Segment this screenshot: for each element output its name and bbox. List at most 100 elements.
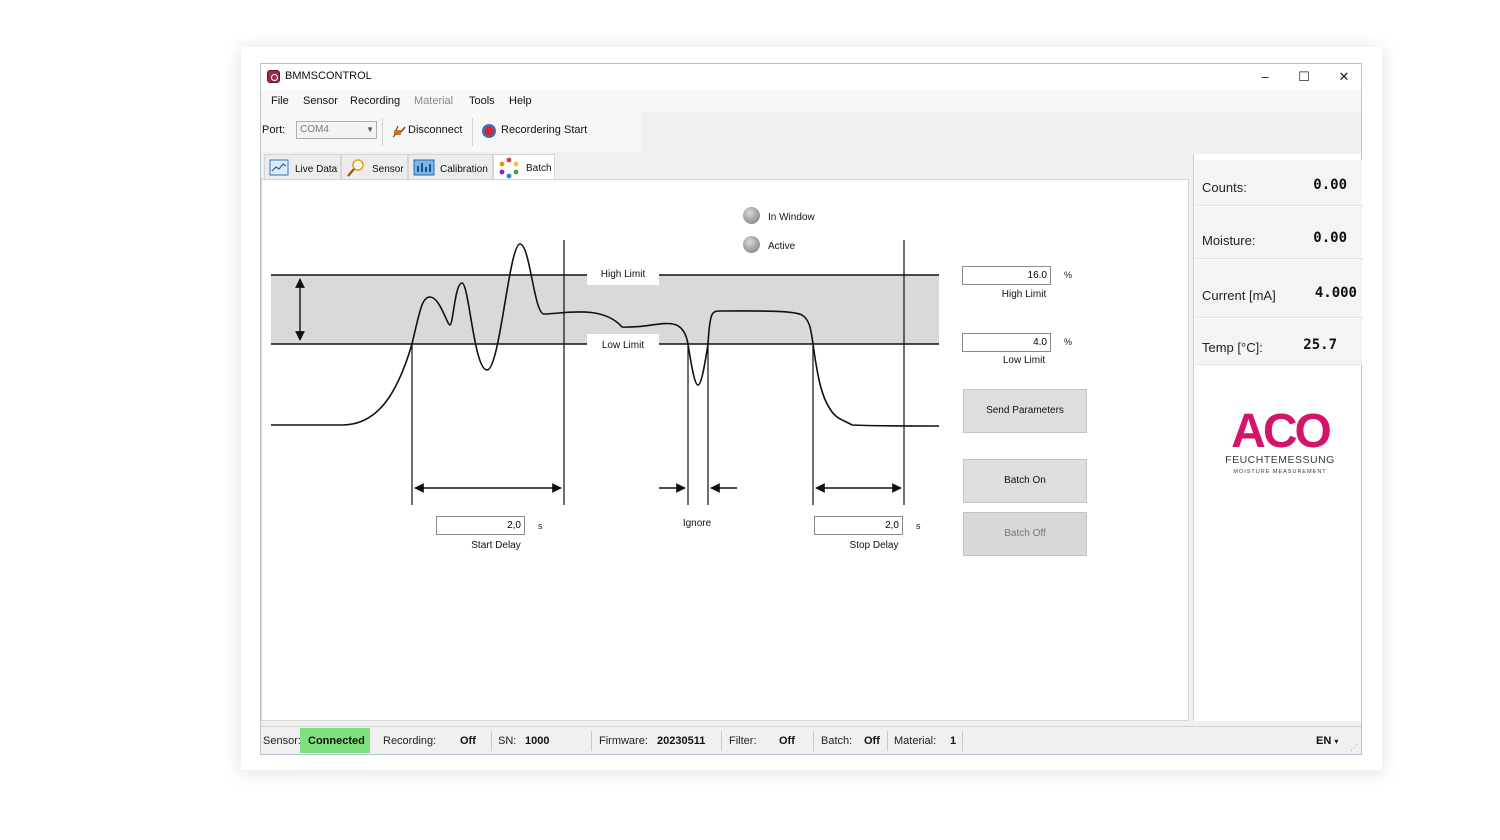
counts-value: 0.00 (1313, 177, 1347, 193)
app-icon (267, 70, 280, 83)
status-divider (962, 731, 963, 751)
low-limit-input[interactable] (962, 333, 1051, 352)
current-readout: Current [mA] 4.000 (1195, 260, 1362, 318)
tab-sensor-label: Sensor (372, 164, 404, 175)
maximize-button[interactable]: ☐ (1284, 64, 1324, 90)
batch-off-button[interactable]: Batch Off (963, 512, 1087, 556)
chevron-down-icon: ▾ (1334, 737, 1339, 746)
recording-start-button[interactable]: Recordering Start (501, 124, 587, 136)
send-parameters-button[interactable]: Send Parameters (963, 389, 1087, 433)
minimize-button[interactable]: – (1245, 64, 1285, 90)
high-limit-field-label: High Limit (1001, 289, 1047, 300)
chart-icon (269, 159, 289, 176)
moisture-value: 0.00 (1313, 230, 1347, 246)
batch-panel: In Window Active High Limit Low Limit Ig… (261, 179, 1189, 721)
firmware-value: 20230511 (657, 735, 706, 747)
record-icon (482, 124, 496, 138)
port-label: Port: (262, 124, 286, 136)
port-select[interactable]: COM4 ▼ (296, 121, 377, 139)
tab-calibration-label: Calibration (440, 164, 488, 175)
port-value: COM4 (300, 124, 329, 135)
firmware-label: Firmware: (599, 735, 648, 747)
stop-delay-label: Stop Delay (849, 540, 899, 551)
filter-label: Filter: (729, 735, 757, 747)
logo-subtitle-de: FEUCHTEMESSUNG (1225, 454, 1335, 466)
batch-status-value: Off (864, 735, 880, 747)
counts-label: Counts: (1202, 180, 1247, 195)
ignore-label: Ignore (682, 518, 712, 529)
chevron-down-icon: ▼ (366, 125, 374, 134)
toolbar-divider (382, 118, 383, 146)
sensor-status-value: Connected (308, 735, 365, 747)
menu-tools[interactable]: Tools (469, 95, 495, 107)
magnifier-icon (347, 159, 364, 177)
limit-band (271, 275, 939, 344)
start-delay-unit: s (538, 521, 543, 531)
sensor-status-label: Sensor: (263, 735, 301, 747)
low-limit-field-label: Low Limit (1002, 355, 1046, 366)
status-divider (491, 731, 492, 751)
batch-on-button[interactable]: Batch On (963, 459, 1087, 503)
recording-status-label: Recording: (383, 735, 437, 747)
stop-delay-input[interactable] (814, 516, 903, 535)
tab-strip: Live Data Sensor Calibration Batch (261, 154, 1189, 180)
status-divider (813, 731, 814, 751)
toolbar-divider (472, 118, 473, 146)
batch-icon (499, 157, 519, 179)
tab-batch-label: Batch (526, 163, 552, 174)
logo-text: ACO (1231, 408, 1330, 458)
counts-readout: Counts: 0.00 (1195, 160, 1362, 206)
menu-file[interactable]: File (271, 95, 289, 107)
menu-recording[interactable]: Recording (350, 95, 400, 107)
status-divider (721, 731, 722, 751)
tab-live-data[interactable]: Live Data (264, 154, 341, 180)
filter-value: Off (779, 735, 795, 747)
material-label: Material: (894, 735, 937, 747)
resize-grip-icon[interactable]: ⋰ (1350, 743, 1358, 752)
material-value: 1 (950, 735, 957, 747)
tab-calibration[interactable]: Calibration (408, 154, 493, 180)
disconnect-button[interactable]: Disconnect (408, 124, 462, 136)
temperature-label: Temp [°C]: (1202, 340, 1263, 355)
status-bar: Sensor: Connected Recording: Off SN: 100… (261, 726, 1361, 754)
menu-bar: File Sensor Recording Material Tools Hel… (261, 90, 1361, 112)
menu-material[interactable]: Material (414, 95, 453, 107)
language-value: EN (1316, 735, 1332, 747)
batch-status-label: Batch: (821, 735, 853, 747)
temperature-value: 25.7 (1303, 337, 1337, 353)
serial-number-label: SN: (498, 735, 517, 747)
tab-live-data-label: Live Data (295, 164, 338, 175)
tab-sensor[interactable]: Sensor (341, 154, 408, 180)
temperature-readout: Temp [°C]: 25.7 (1195, 319, 1362, 365)
high-limit-unit: % (1064, 270, 1073, 280)
language-select[interactable]: EN ▾ (1316, 735, 1338, 747)
high-limit-input[interactable] (962, 266, 1051, 285)
moisture-label: Moisture: (1202, 233, 1256, 248)
start-delay-input[interactable] (436, 516, 525, 535)
recording-status-value: Off (460, 735, 476, 747)
batch-diagram (271, 240, 940, 505)
start-delay-label: Start Delay (471, 540, 521, 551)
current-value: 4.000 (1314, 285, 1357, 301)
menu-help[interactable]: Help (509, 95, 532, 107)
calibration-icon (413, 159, 435, 176)
stop-delay-unit: s (916, 521, 921, 531)
window-title: BMMSCONTROL (285, 70, 372, 82)
menu-sensor[interactable]: Sensor (303, 95, 338, 107)
current-label: Current [mA] (1202, 288, 1276, 303)
status-divider (887, 731, 888, 751)
status-divider (591, 731, 592, 751)
logo-subtitle-en: MOISTURE MEASUREMENT (1233, 469, 1326, 475)
toolbar: Port: COM4 ▼ Disconnect Recordering Star… (261, 112, 641, 152)
serial-number-value: 1000 (525, 735, 550, 747)
diagram-low-limit-label: Low Limit (601, 340, 645, 351)
moisture-readout: Moisture: 0.00 (1195, 207, 1362, 259)
tab-batch[interactable]: Batch (493, 154, 555, 180)
diagram-high-limit-label: High Limit (600, 269, 646, 280)
aco-logo: ACO FEUCHTEMESSUNG MOISTURE MEASUREMENT (1225, 408, 1335, 475)
low-limit-unit: % (1064, 337, 1073, 347)
readout-panel: Counts: 0.00 Moisture: 0.00 Current [mA]… (1193, 154, 1362, 721)
title-bar: BMMSCONTROL – ☐ ✕ (261, 64, 1361, 90)
close-button[interactable]: ✕ (1324, 64, 1364, 90)
app-window: BMMSCONTROL – ☐ ✕ File Sensor Recording … (260, 63, 1362, 755)
